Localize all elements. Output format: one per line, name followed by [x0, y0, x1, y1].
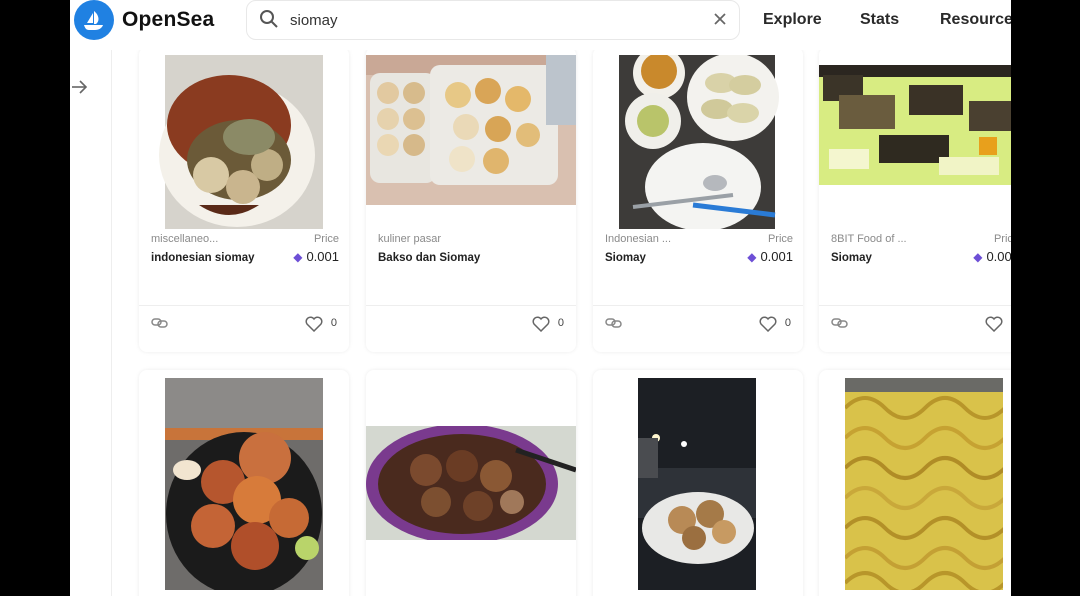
- collection-name[interactable]: Indonesian ...: [605, 233, 671, 245]
- nft-card[interactable]: [139, 370, 349, 596]
- filter-sidebar: [70, 50, 112, 596]
- like-count: 0: [784, 317, 791, 329]
- nft-card[interactable]: miscellaneo... indonesian siomay Price ◆…: [139, 47, 349, 352]
- heart-icon[interactable]: [985, 316, 1003, 337]
- opensea-page: OpenSea Explore Stats Resources: [70, 0, 1011, 596]
- nft-card[interactable]: 8BIT Food of ... Siomay Price ◆0.001 0: [819, 47, 1011, 352]
- nft-card[interactable]: Indonesian ... Siomay Price ◆ 0.001 0: [593, 47, 803, 352]
- nft-name[interactable]: indonesian siomay: [151, 250, 271, 267]
- card-footer: 0: [366, 305, 576, 344]
- arrow-right-icon[interactable]: [70, 78, 88, 101]
- nft-image-siomay-peanut-sauce[interactable]: [165, 378, 323, 590]
- nav-stats[interactable]: Stats: [860, 11, 899, 29]
- nft-image-bakso-siomay[interactable]: [366, 55, 576, 205]
- heart-icon[interactable]: [759, 316, 777, 337]
- link-icon[interactable]: [151, 316, 169, 335]
- eth-icon: ◆: [747, 250, 757, 264]
- top-navigation: OpenSea Explore Stats Resources: [70, 0, 1011, 50]
- price-label: Price: [313, 233, 339, 245]
- nav-resources[interactable]: Resources: [940, 11, 1011, 29]
- brand-name[interactable]: OpenSea: [122, 8, 214, 32]
- collection-name[interactable]: 8BIT Food of ...: [831, 233, 907, 245]
- like-count: 0: [557, 317, 564, 329]
- eth-icon: ◆: [973, 250, 983, 264]
- nav-explore[interactable]: Explore: [763, 11, 822, 29]
- nft-name[interactable]: Bakso dan Siomay: [378, 250, 498, 267]
- price-value: ◆0.001: [747, 249, 793, 264]
- nft-card[interactable]: [819, 370, 1011, 596]
- eth-icon: ◆: [293, 250, 303, 264]
- search-icon: [259, 9, 279, 34]
- link-icon[interactable]: [605, 316, 623, 335]
- heart-icon[interactable]: [305, 316, 323, 337]
- nft-image-siomay-table[interactable]: [593, 55, 803, 229]
- card-footer: 0: [819, 305, 1011, 344]
- nft-name[interactable]: Siomay: [831, 250, 951, 267]
- price-value: ◆0.001: [293, 249, 339, 264]
- collection-name[interactable]: miscellaneo...: [151, 233, 218, 245]
- nft-card[interactable]: [366, 370, 576, 596]
- price-label: Price: [993, 233, 1011, 245]
- nft-image-fried-noodles[interactable]: [845, 378, 1003, 590]
- card-footer: 0: [139, 305, 349, 344]
- link-icon[interactable]: [831, 316, 849, 335]
- nft-card[interactable]: [593, 370, 803, 596]
- nft-image-night-street-food[interactable]: [638, 378, 756, 590]
- search-bar[interactable]: [246, 0, 740, 40]
- nft-name[interactable]: Siomay: [605, 250, 725, 267]
- nft-image-siomay-plate[interactable]: [139, 55, 349, 229]
- nft-card[interactable]: kuliner pasar Bakso dan Siomay 0: [366, 47, 576, 352]
- nft-image-siomay-bowl[interactable]: [366, 426, 576, 540]
- price-value: ◆0.001: [973, 249, 1011, 264]
- close-icon[interactable]: [711, 10, 729, 33]
- nft-image-8bit-siomay[interactable]: [819, 65, 1011, 185]
- price-label: Price: [767, 233, 793, 245]
- opensea-logo[interactable]: [74, 0, 114, 40]
- heart-icon[interactable]: [532, 316, 550, 337]
- search-input[interactable]: [290, 9, 690, 31]
- collection-name[interactable]: kuliner pasar: [378, 233, 441, 245]
- card-footer: 0: [593, 305, 803, 344]
- like-count: 0: [330, 317, 337, 329]
